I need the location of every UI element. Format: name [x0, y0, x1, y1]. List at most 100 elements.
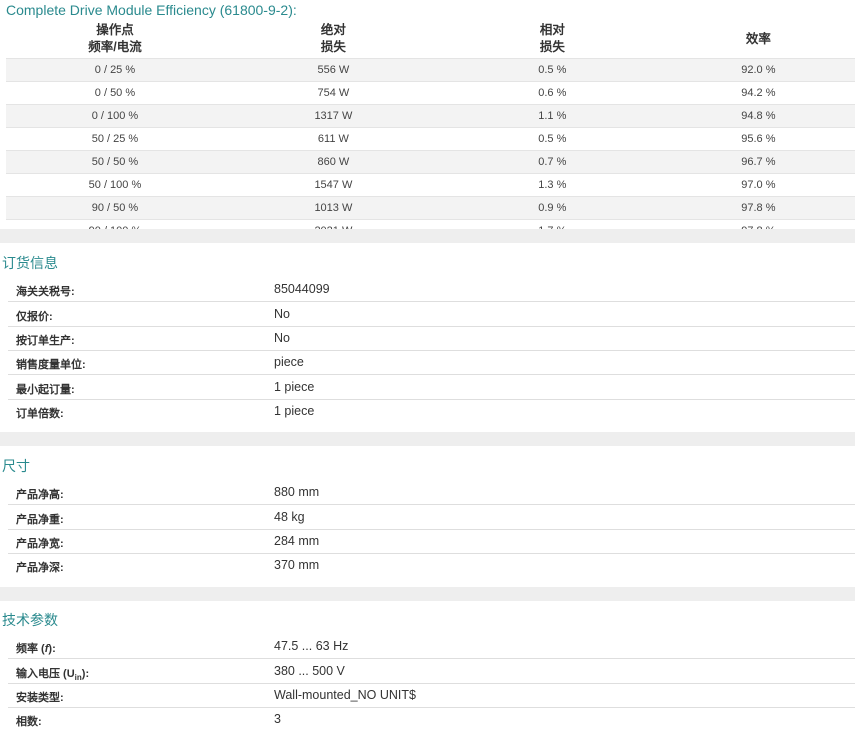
efficiency-header-row: 操作点 频率/电流 绝对 损失 相对 损失 效率 — [6, 20, 855, 59]
technical-row-frequency: 频率 (f): 47.5 ... 63 Hz — [8, 634, 855, 659]
cell-rel-loss: 0.7 % — [442, 150, 662, 174]
row-value: 880 mm — [274, 485, 320, 499]
section-divider — [0, 229, 855, 243]
row-label: 产品净高: — [16, 489, 64, 501]
table-row: 50 / 100 % 1547 W 1.3 % 97.0 % — [6, 173, 855, 197]
row-value: No — [274, 307, 290, 321]
section-divider — [0, 432, 855, 446]
label-text: 输入电压 (U — [16, 668, 75, 680]
table-row: 90 / 50 % 1013 W 0.9 % 97.8 % — [6, 196, 855, 220]
row-label: 按订单生产: — [16, 335, 75, 347]
row-value: 47.5 ... 63 Hz — [274, 639, 349, 653]
row-label: 产品净深: — [16, 562, 64, 574]
technical-row-phases: 相数: 3 — [8, 707, 855, 731]
ordering-row-made-to-order: 按订单生产: No — [8, 326, 855, 351]
cell-abs-loss: 611 W — [223, 127, 443, 151]
ordering-title: 订货信息 — [2, 255, 58, 271]
efficiency-table: 操作点 频率/电流 绝对 损失 相对 损失 效率 0 / 25 % 556 W … — [6, 20, 855, 242]
cell-abs-loss: 860 W — [223, 150, 443, 174]
row-label: 输入电压 (Uin): — [16, 665, 89, 682]
ordering-row-sales-unit: 销售度量单位: piece — [8, 350, 855, 375]
row-value: 1 piece — [274, 380, 315, 394]
table-row: 0 / 100 % 1317 W 1.1 % 94.8 % — [6, 104, 855, 128]
ordering-row-min-order: 最小起订量: 1 piece — [8, 375, 855, 400]
header-absolute-loss-line2: 损失 — [320, 40, 346, 54]
row-value: 85044099 — [274, 282, 330, 296]
efficiency-title: Complete Drive Module Efficiency (61800-… — [6, 2, 297, 18]
table-row: 0 / 50 % 754 W 0.6 % 94.2 % — [6, 81, 855, 105]
dimensions-row-height: 产品净高: 880 mm — [8, 480, 855, 505]
row-value: 284 mm — [274, 534, 320, 548]
cell-rel-loss: 1.3 % — [442, 173, 662, 197]
ordering-row-order-multiple: 订单倍数: 1 piece — [8, 399, 855, 423]
ordering-row-customs-tariff: 海关关税号: 85044099 — [8, 277, 855, 302]
cell-efficiency: 96.7 % — [661, 150, 855, 174]
technical-row-input-voltage: 输入电压 (Uin): 380 ... 500 V — [8, 659, 855, 684]
row-label: 产品净重: — [16, 514, 64, 526]
label-end: ): — [81, 668, 90, 680]
row-value: 370 mm — [274, 558, 320, 572]
cell-abs-loss: 556 W — [223, 58, 443, 82]
row-label: 产品净宽: — [16, 538, 64, 550]
row-label: 频率 (f): — [16, 640, 56, 656]
label-text: 频率 ( — [16, 643, 45, 655]
cell-point: 0 / 100 % — [6, 104, 224, 128]
row-label: 最小起订量: — [16, 384, 75, 396]
cell-point: 0 / 50 % — [6, 81, 224, 105]
technical-title: 技术参数 — [2, 612, 58, 628]
row-value: piece — [274, 355, 304, 369]
row-value: 3 — [274, 712, 281, 726]
cell-rel-loss: 0.5 % — [442, 58, 662, 82]
header-absolute-loss: 绝对 损失 — [224, 20, 443, 59]
cell-abs-loss: 1547 W — [223, 173, 443, 197]
cell-efficiency: 97.8 % — [661, 196, 855, 220]
cell-rel-loss: 0.9 % — [442, 196, 662, 220]
row-label: 订单倍数: — [16, 408, 64, 420]
cell-efficiency: 95.6 % — [661, 127, 855, 151]
dimensions-row-width: 产品净宽: 284 mm — [8, 529, 855, 554]
row-label: 安装类型: — [16, 692, 64, 704]
row-value: 380 ... 500 V — [274, 664, 345, 678]
cell-abs-loss: 754 W — [223, 81, 443, 105]
cell-efficiency: 94.8 % — [661, 104, 855, 128]
cell-abs-loss: 1013 W — [223, 196, 443, 220]
table-row: 0 / 25 % 556 W 0.5 % 92.0 % — [6, 58, 855, 82]
header-relative-loss-line2: 损失 — [539, 40, 565, 54]
cell-rel-loss: 0.5 % — [442, 127, 662, 151]
row-value: 48 kg — [274, 510, 305, 524]
header-absolute-loss-line1: 绝对 — [320, 23, 346, 37]
cell-efficiency: 92.0 % — [661, 58, 855, 82]
cell-efficiency: 97.0 % — [661, 173, 855, 197]
cell-point: 90 / 50 % — [6, 196, 224, 220]
dimensions-row-weight: 产品净重: 48 kg — [8, 505, 855, 530]
ordering-row-quote-only: 仅报价: No — [8, 302, 855, 327]
label-subscript: in — [74, 673, 82, 683]
section-divider — [0, 587, 855, 601]
dimensions-title: 尺寸 — [2, 458, 30, 474]
header-operating-point: 操作点 频率/电流 — [6, 20, 224, 59]
row-value: 1 piece — [274, 404, 315, 418]
technical-row-mounting-type: 安装类型: Wall-mounted_NO UNIT$ — [8, 683, 855, 708]
row-value: No — [274, 331, 290, 345]
cell-point: 0 / 25 % — [6, 58, 224, 82]
table-row: 50 / 50 % 860 W 0.7 % 96.7 % — [6, 150, 855, 174]
cell-rel-loss: 1.1 % — [442, 104, 662, 128]
cell-point: 50 / 100 % — [6, 173, 224, 197]
header-relative-loss: 相对 损失 — [443, 20, 662, 59]
cell-abs-loss: 1317 W — [223, 104, 443, 128]
row-label: 仅报价: — [16, 311, 53, 323]
header-efficiency: 效率 — [745, 31, 771, 46]
row-label: 海关关税号: — [16, 286, 75, 298]
label-end: ): — [48, 643, 56, 655]
row-value: Wall-mounted_NO UNIT$ — [274, 688, 416, 702]
dimensions-row-depth: 产品净深: 370 mm — [8, 553, 855, 577]
cell-point: 50 / 50 % — [6, 150, 224, 174]
cell-rel-loss: 0.6 % — [442, 81, 662, 105]
header-operating-point-line2: 频率/电流 — [88, 40, 142, 54]
header-relative-loss-line1: 相对 — [539, 23, 565, 37]
table-row: 50 / 25 % 611 W 0.5 % 95.6 % — [6, 127, 855, 151]
cell-efficiency: 94.2 % — [661, 81, 855, 105]
row-label: 相数: — [16, 716, 42, 728]
header-operating-point-line1: 操作点 — [96, 23, 134, 37]
row-label: 销售度量单位: — [16, 359, 86, 371]
